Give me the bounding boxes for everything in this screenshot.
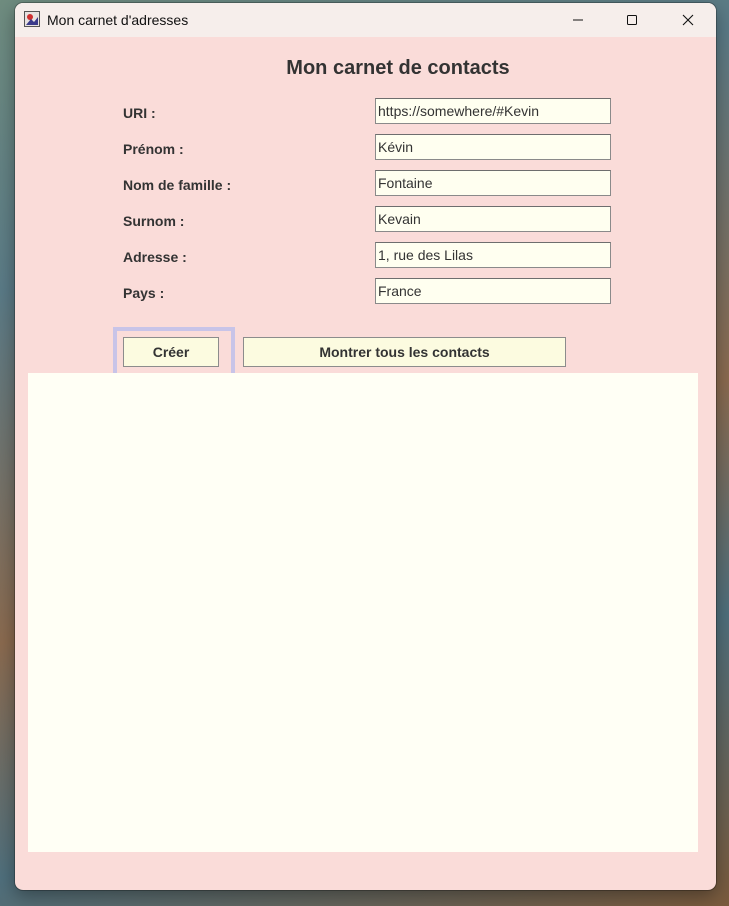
- close-button[interactable]: [665, 3, 711, 37]
- maximize-icon: [627, 15, 637, 25]
- first-name-label: Prénom :: [123, 141, 184, 157]
- last-name-label: Nom de famille :: [123, 177, 232, 193]
- close-icon: [682, 14, 694, 26]
- address-label: Adresse :: [123, 249, 187, 265]
- country-field[interactable]: [375, 278, 611, 304]
- contacts-output-area[interactable]: [28, 373, 698, 852]
- app-window: Mon carnet d'adresses Mon carnet de cont…: [15, 3, 716, 890]
- window-title: Mon carnet d'adresses: [47, 12, 189, 28]
- minimize-icon: [573, 19, 583, 21]
- last-name-field[interactable]: [375, 170, 611, 196]
- uri-field[interactable]: [375, 98, 611, 124]
- first-name-field[interactable]: [375, 134, 611, 160]
- nickname-label: Surnom :: [123, 213, 185, 229]
- country-label: Pays :: [123, 285, 165, 301]
- minimize-button[interactable]: [555, 3, 601, 37]
- title-bar[interactable]: Mon carnet d'adresses: [15, 3, 716, 37]
- app-icon: [24, 11, 40, 27]
- maximize-button[interactable]: [609, 3, 655, 37]
- address-field[interactable]: [375, 242, 611, 268]
- create-button[interactable]: Créer: [123, 337, 219, 367]
- uri-label: URI :: [123, 105, 156, 121]
- page-title: Mon carnet de contacts: [286, 57, 510, 79]
- show-all-contacts-button[interactable]: Montrer tous les contacts: [243, 337, 566, 367]
- nickname-field[interactable]: [375, 206, 611, 232]
